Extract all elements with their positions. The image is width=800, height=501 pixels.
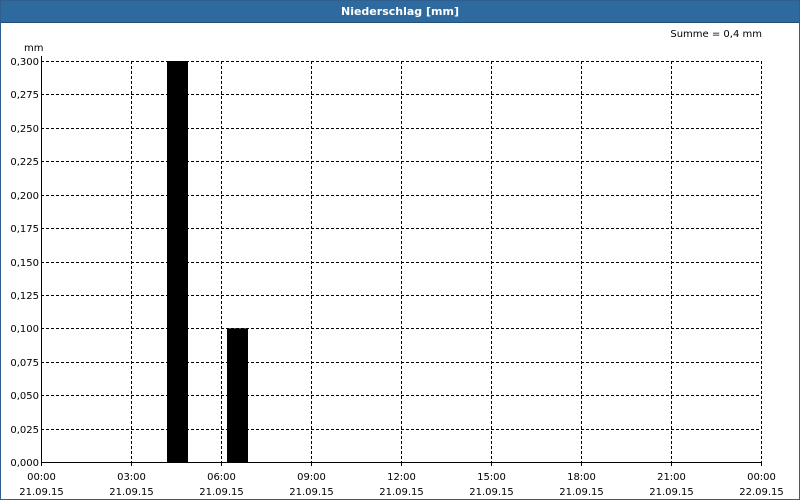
y-tick-label: 0,100 (10, 324, 39, 335)
x-tick-date: 22.09.15 (739, 487, 784, 498)
x-tick-time: 00:00 (27, 472, 56, 483)
x-tick-time: 00:00 (747, 472, 776, 483)
bar-series (167, 61, 248, 462)
x-tick-date: 21.09.15 (649, 487, 694, 498)
y-tick-label: 0,150 (10, 258, 39, 269)
x-tick-labels: 00:00 21.09.15 03:00 21.09.15 06:00 21.09.15 0… (19, 472, 784, 498)
x-tick-time: 21:00 (657, 472, 686, 483)
x-tick-time: 09:00 (297, 472, 326, 483)
y-tick-label: 0,125 (10, 291, 39, 302)
x-tick-date: 21.09.15 (379, 487, 424, 498)
y-tick-label: 0,075 (10, 358, 39, 369)
x-tick-date: 21.09.15 (109, 487, 154, 498)
y-tick-label: 0,225 (10, 157, 39, 168)
precipitation-bar (167, 61, 188, 462)
y-tick-label: 0,300 (10, 57, 39, 68)
x-tick-date: 21.09.15 (559, 487, 604, 498)
y-tick-label: 0,200 (10, 191, 39, 202)
y-tick-label: 0,000 (10, 458, 39, 469)
precipitation-bar (227, 328, 248, 462)
x-tick-date: 21.09.15 (199, 487, 244, 498)
x-tick-date: 21.09.15 (19, 487, 64, 498)
chart-window: Niederschlag [mm] mm Summe = 0,4 mm 0,00… (0, 0, 800, 500)
x-tick-date: 21.09.15 (469, 487, 514, 498)
y-tick-labels: 0,000 0,025 0,050 0,075 0,100 0,125 0,150 0,175… (10, 57, 39, 469)
grid-lines (41, 61, 762, 462)
x-tick-date: 21.09.15 (289, 487, 334, 498)
x-tick-time: 18:00 (567, 472, 596, 483)
y-tick-label: 0,050 (10, 391, 39, 402)
y-axis-label: mm (24, 43, 43, 54)
x-tick-time: 03:00 (117, 472, 146, 483)
precipitation-chart: mm Summe = 0,4 mm 0,0000,0250,0500,0750,… (10, 29, 784, 498)
x-tick-time: 06:00 (207, 472, 236, 483)
x-tick-time: 12:00 (387, 472, 416, 483)
y-tick-label: 0,025 (10, 425, 39, 436)
x-tick-time: 15:00 (477, 472, 506, 483)
sum-label: Summe = 0,4 mm (670, 29, 762, 40)
y-tick-label: 0,275 (10, 90, 39, 101)
y-tick-label: 0,250 (10, 124, 39, 135)
y-tick-label: 0,175 (10, 224, 39, 235)
